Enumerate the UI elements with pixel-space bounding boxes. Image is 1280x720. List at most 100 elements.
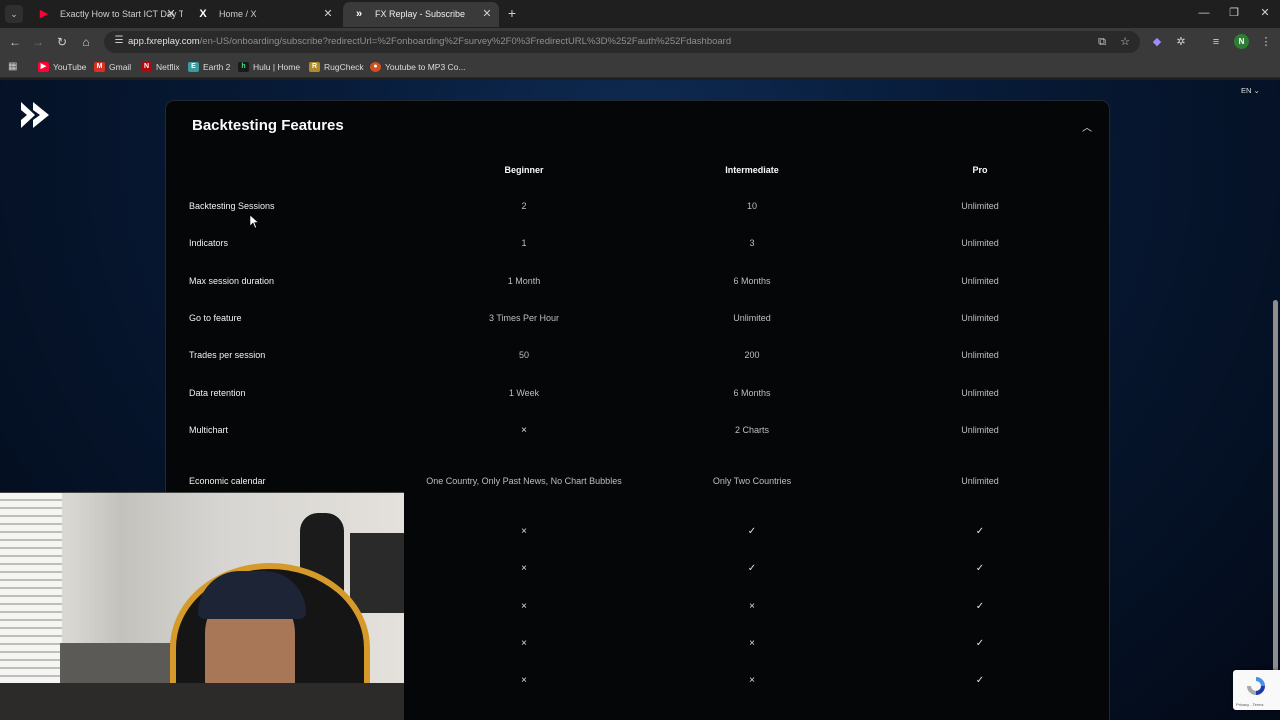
- language-selector[interactable]: EN ⌄: [1241, 86, 1260, 95]
- youtube-icon: ▶: [39, 8, 49, 20]
- bookmark-netflix[interactable]: N Netflix: [141, 59, 180, 75]
- x-logo-icon: X: [199, 8, 207, 20]
- cross-icon: ×: [521, 638, 527, 649]
- page-scrollbar[interactable]: [1273, 300, 1278, 690]
- reload-icon[interactable]: ↻: [53, 33, 71, 51]
- bookmark-mp3[interactable]: ● Youtube to MP3 Co...: [370, 59, 466, 75]
- forward-icon[interactable]: →: [29, 33, 47, 51]
- feature-label: Backtesting Sessions: [189, 201, 275, 211]
- cross-icon: ×: [749, 601, 755, 612]
- bookmark-label: Youtube to MP3 Co...: [385, 62, 466, 72]
- check-icon: ✓: [975, 563, 985, 574]
- recaptcha-terms[interactable]: Privacy - Terms: [1236, 702, 1263, 707]
- feature-value: ×: [521, 425, 527, 436]
- feature-value: Unlimited: [961, 388, 999, 398]
- gmail-icon: M: [94, 62, 105, 72]
- tab-search-icon[interactable]: ⌄: [5, 5, 23, 23]
- bookmark-rugcheck[interactable]: R RugCheck: [309, 59, 364, 75]
- tab-youtube[interactable]: ▶ Exactly How to Start ICT Day Tr ✕: [28, 2, 183, 27]
- browser-toolbar: ← → ↻ ⌂ ☰ app.fxreplay.com/en-US/onboard…: [0, 28, 1280, 56]
- feature-label: Trades per session: [189, 350, 266, 360]
- window-blinds: [0, 493, 62, 683]
- bookmark-youtube[interactable]: ▶ YouTube: [38, 59, 86, 75]
- youtube-icon: ▶: [38, 62, 49, 72]
- feature-value: 1 Month: [507, 276, 541, 286]
- site-info-icon[interactable]: ☰: [112, 34, 126, 48]
- check-icon: ✓: [975, 526, 985, 537]
- feature-value: Unlimited: [961, 276, 999, 286]
- section-title: Backtesting Features: [192, 117, 344, 134]
- browser-chrome: ⌄ ▶ Exactly How to Start ICT Day Tr ✕ X …: [0, 0, 1280, 80]
- minimize-icon[interactable]: —: [1194, 4, 1214, 22]
- cross-icon: ×: [521, 526, 527, 537]
- feature-label: Indicators: [189, 238, 229, 248]
- column-header-pro: Pro: [972, 165, 988, 175]
- feature-value: 2: [521, 201, 527, 211]
- profile-avatar[interactable]: N: [1234, 34, 1249, 49]
- check-icon: ✓: [747, 563, 757, 574]
- url-text[interactable]: app.fxreplay.com/en-US/onboarding/subscr…: [128, 31, 731, 53]
- check-icon: ✓: [975, 638, 985, 649]
- browser-menu-icon[interactable]: ⋮: [1257, 33, 1275, 51]
- cross-icon: ×: [521, 675, 527, 686]
- feature-value: Unlimited: [961, 476, 999, 486]
- feature-value: 3: [749, 238, 755, 248]
- apps-grid-icon[interactable]: ▦: [8, 61, 20, 73]
- feature-label: Go to feature: [189, 313, 242, 323]
- feature-value: 6 Months: [733, 388, 771, 398]
- url-path: /en-US/onboarding/subscribe?redirectUrl=…: [199, 36, 732, 47]
- feature-value: Unlimited: [961, 425, 999, 435]
- tab-title: Home / X: [219, 9, 257, 19]
- close-tab-icon[interactable]: ✕: [481, 2, 493, 26]
- tab-fxreplay[interactable]: » FX Replay - Subscribe ✕: [343, 2, 499, 27]
- address-bar[interactable]: ☰ app.fxreplay.com/en-US/onboarding/subs…: [104, 31, 1140, 53]
- bookmark-label: YouTube: [53, 62, 87, 72]
- back-icon[interactable]: ←: [6, 33, 24, 51]
- bookmark-hulu[interactable]: h Hulu | Home: [238, 59, 300, 75]
- new-tab-button[interactable]: +: [504, 4, 520, 22]
- bookmark-label: Gmail: [109, 62, 132, 72]
- extension-icon[interactable]: ◆: [1148, 33, 1166, 51]
- close-tab-icon[interactable]: ✕: [322, 2, 334, 26]
- recaptcha-badge[interactable]: Privacy - Terms: [1233, 670, 1280, 710]
- feature-value: 50: [518, 350, 529, 360]
- close-window-icon[interactable]: ✕: [1255, 4, 1275, 22]
- install-app-icon[interactable]: ⧉: [1094, 34, 1110, 50]
- feature-value: 1 Week: [508, 388, 540, 398]
- feature-value: 2 Charts: [734, 425, 769, 435]
- bookmark-label: RugCheck: [324, 62, 364, 72]
- bookmark-earth2[interactable]: E Earth 2: [188, 59, 230, 75]
- mp3-converter-icon: ●: [370, 62, 381, 72]
- tab-x[interactable]: X Home / X ✕: [187, 2, 340, 27]
- check-icon: ✓: [747, 526, 757, 537]
- feature-label: Max session duration: [189, 276, 275, 286]
- desk: [0, 683, 404, 720]
- hulu-icon: h: [238, 62, 249, 72]
- close-tab-icon[interactable]: ✕: [165, 2, 177, 26]
- fxreplay-logo-icon[interactable]: [19, 100, 51, 130]
- netflix-icon: N: [141, 62, 152, 72]
- restore-icon[interactable]: ❐: [1224, 4, 1244, 22]
- feature-value: 10: [746, 201, 757, 211]
- cross-icon: ×: [521, 563, 527, 574]
- recaptcha-icon: [1247, 677, 1265, 695]
- feature-value: Only Two Countries: [712, 476, 792, 486]
- feature-value: One Country, Only Past News, No Chart Bu…: [426, 476, 622, 486]
- media-control-icon[interactable]: ≡: [1207, 33, 1225, 51]
- tab-strip: ⌄ ▶ Exactly How to Start ICT Day Tr ✕ X …: [0, 0, 1280, 28]
- fxreplay-icon: »: [355, 8, 363, 20]
- home-icon[interactable]: ⌂: [77, 33, 95, 51]
- bookmark-gmail[interactable]: M Gmail: [94, 59, 131, 75]
- earth2-icon: E: [188, 62, 199, 72]
- feature-label: Multichart: [189, 425, 229, 435]
- feature-label: Data retention: [189, 388, 246, 398]
- language-label: EN: [1241, 86, 1252, 95]
- chevron-up-icon[interactable]: ︿: [1080, 122, 1094, 136]
- url-host: app.fxreplay.com: [128, 36, 200, 47]
- bookmark-star-icon[interactable]: ☆: [1117, 34, 1133, 50]
- bookmark-label: Earth 2: [203, 62, 231, 72]
- feature-value: 1: [521, 238, 527, 248]
- rugcheck-icon: R: [309, 62, 320, 72]
- extensions-puzzle-icon[interactable]: ✲: [1172, 33, 1190, 51]
- feature-value: 6 Months: [733, 276, 771, 286]
